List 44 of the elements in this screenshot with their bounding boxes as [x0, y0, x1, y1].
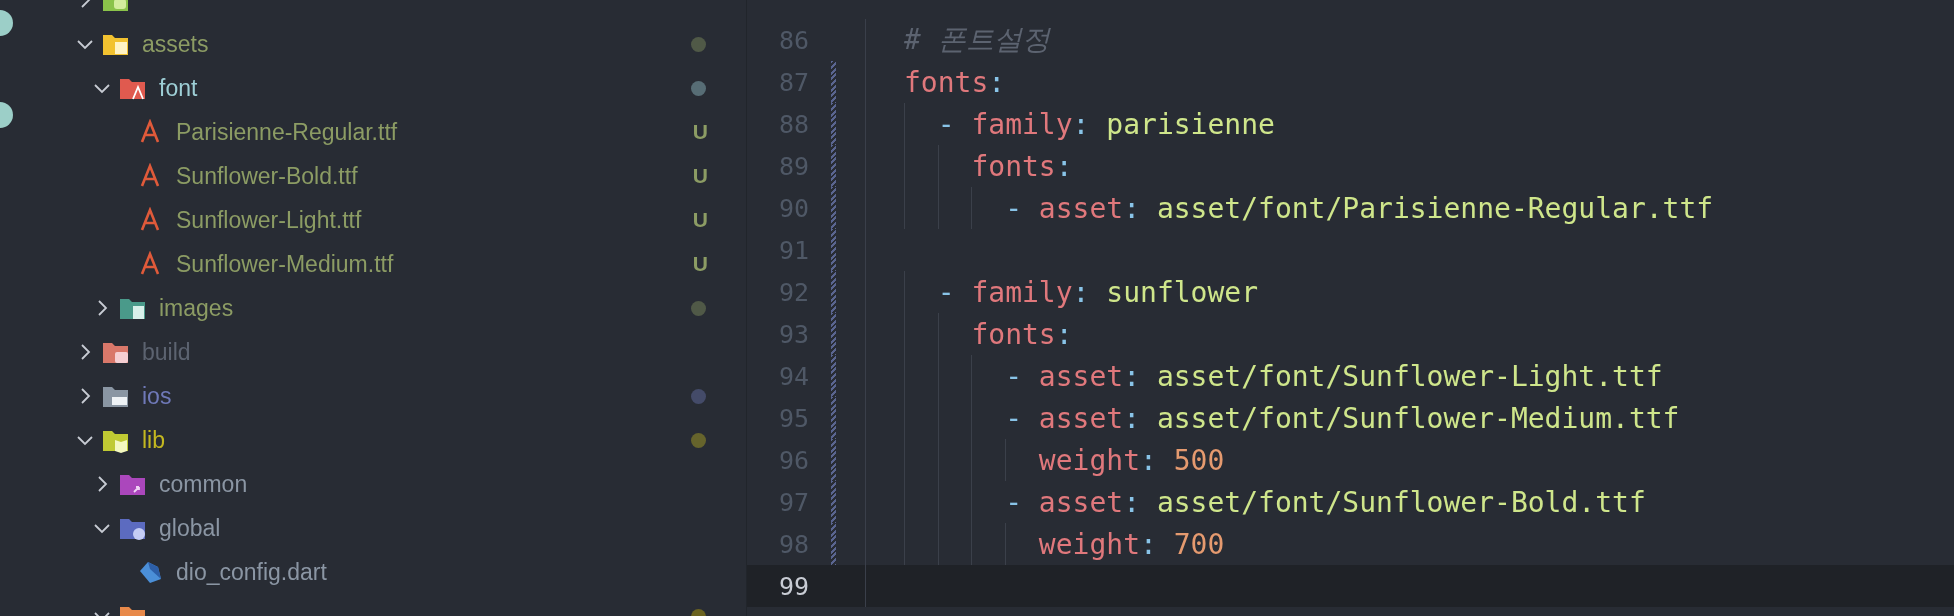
item-name: images	[159, 294, 234, 322]
item-name: ios	[142, 382, 172, 410]
file-row[interactable]: Sunflower-Medium.ttf U	[14, 242, 746, 286]
git-status-label: U	[692, 252, 708, 276]
item-name: Parisienne-Regular.ttf	[176, 118, 398, 146]
item-name: assets	[142, 30, 209, 58]
item-name: Sunflower-Medium.ttf	[176, 250, 394, 278]
git-status-label: U	[692, 120, 708, 144]
item-name: common	[159, 470, 248, 498]
item-name: build	[142, 338, 191, 366]
folder-row[interactable]: images	[14, 286, 746, 330]
file-row[interactable]: Sunflower-Light.ttf U	[14, 198, 746, 242]
folder-row[interactable]: font	[14, 66, 746, 110]
code-line: fonts:	[904, 65, 1006, 99]
folder-row[interactable]: ios	[14, 374, 746, 418]
git-status-label: U	[692, 164, 708, 188]
code-line: - asset: asset/font/Sunflower-Light.ttf	[1004, 359, 1663, 393]
item-name: font	[159, 74, 198, 102]
line-number: 99	[777, 571, 809, 601]
code-line: fonts:	[970, 317, 1073, 351]
status-icon[interactable]	[0, 100, 14, 130]
folder-row[interactable]: global	[14, 506, 746, 550]
item-name: Sunflower-Light.ttf	[176, 206, 362, 234]
file-row[interactable]: Sunflower-Bold.ttf U	[14, 154, 746, 198]
file-row[interactable]: Parisienne-Regular.ttf U	[14, 110, 746, 154]
item-name: dio_config.dart	[176, 558, 327, 586]
code-line: - family: parisienne	[936, 107, 1275, 141]
git-status-label: U	[692, 208, 708, 232]
code-line: fonts:	[970, 149, 1073, 183]
folder-row[interactable]: lib	[14, 418, 746, 462]
code-line: - asset: asset/font/Parisienne-Regular.ttf	[1004, 191, 1714, 225]
status-icon[interactable]	[0, 8, 14, 38]
code-line: # 폰트설정	[904, 22, 1050, 58]
item-name: global	[159, 514, 221, 542]
code-line: - asset: asset/font/Sunflower-Bold.ttf	[1004, 485, 1646, 519]
item-name: lib	[142, 426, 165, 454]
folder-row[interactable]: common	[14, 462, 746, 506]
item-name: Sunflower-Bold.ttf	[176, 162, 358, 190]
code-line: - asset: asset/font/Sunflower-Medium.ttf	[1004, 401, 1680, 435]
file-row[interactable]: dio_config.dart	[14, 550, 746, 594]
code-line: weight: 500	[1037, 443, 1225, 477]
folder-row[interactable]: assets	[14, 22, 746, 66]
code-line: - family: sunflower	[936, 275, 1259, 309]
code-line: weight: 700	[1037, 527, 1225, 561]
